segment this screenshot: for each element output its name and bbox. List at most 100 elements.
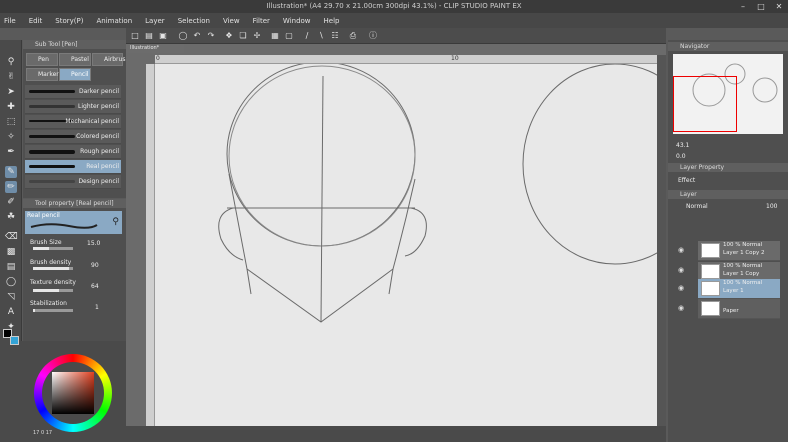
tab-marker[interactable]: Marker xyxy=(26,68,59,81)
snap-icon[interactable]: ❖ xyxy=(224,31,234,41)
maximize-button[interactable]: □ xyxy=(752,0,770,13)
brush-density-value[interactable]: 90 xyxy=(91,262,99,269)
minimize-button[interactable]: – xyxy=(734,0,752,13)
open-icon[interactable]: ▤ xyxy=(144,31,154,41)
visibility-eye-icon[interactable]: ◉ xyxy=(678,266,684,274)
sketch-layer xyxy=(218,61,708,323)
deselect-icon[interactable]: ✢ xyxy=(252,31,262,41)
brush-stroke-preview xyxy=(29,90,75,93)
navigator-thumbnail[interactable] xyxy=(673,54,783,134)
title-bar: Illustration* (A4 29.70 x 21.00cm 300dpi… xyxy=(0,0,788,13)
brush-mechanical-pencil[interactable]: Mechanical pencil xyxy=(25,115,121,129)
fill-icon[interactable]: ▩ xyxy=(5,246,17,258)
angle-value[interactable]: 0.0 xyxy=(676,153,686,160)
menu-filter[interactable]: Filter xyxy=(253,17,270,25)
ruler-snap-icon[interactable]: ∕ xyxy=(302,31,312,41)
layer-row-layer-1[interactable]: 100 % Normal Layer 1 xyxy=(698,279,780,299)
tool-property-panel: Tool property [Real pencil] Real pencil … xyxy=(23,199,126,341)
tool-preset-name: Real pencil xyxy=(27,212,60,219)
menu-selection[interactable]: Selection xyxy=(178,17,210,25)
stabilization-slider[interactable] xyxy=(33,309,73,312)
menu-window[interactable]: Window xyxy=(283,17,311,25)
document-tab[interactable]: Illustration* xyxy=(126,44,184,53)
brush-design-pencil[interactable]: Design pencil xyxy=(25,175,121,189)
brush-colored-pencil[interactable]: Colored pencil xyxy=(25,130,121,144)
stabilization-value[interactable]: 1 xyxy=(95,304,99,311)
pencil-icon[interactable]: ✏ xyxy=(5,181,17,193)
brush-darker-pencil[interactable]: Darker pencil xyxy=(25,85,121,99)
color-readout: 17 0 17 xyxy=(33,430,52,436)
layer-row-copy-2[interactable]: 100 % Normal Layer 1 Copy 2 xyxy=(698,241,780,261)
paper-layer-name: Paper xyxy=(723,308,739,314)
layer-opacity-value[interactable]: 100 xyxy=(766,203,777,210)
move-layer-icon[interactable]: ✚ xyxy=(5,101,17,113)
brush-icon[interactable]: ✐ xyxy=(5,196,17,208)
brush-lighter-pencil[interactable]: Lighter pencil xyxy=(25,100,121,114)
eyedropper-icon[interactable]: ✒ xyxy=(5,146,17,158)
brush-label: Mechanical pencil xyxy=(65,118,119,125)
redo-icon[interactable]: ↷ xyxy=(206,31,216,41)
pen-icon[interactable]: ✎ xyxy=(5,166,17,178)
color-panel: 17 0 17 xyxy=(0,329,126,442)
texture-density-slider[interactable] xyxy=(33,289,73,292)
menu-edit[interactable]: Edit xyxy=(29,17,43,25)
tab-pencil[interactable]: Pencil xyxy=(59,68,91,81)
undo-icon[interactable]: ↶ xyxy=(192,31,202,41)
menu-help[interactable]: Help xyxy=(324,17,340,25)
operation-icon[interactable]: ➤ xyxy=(5,86,17,98)
zoom-icon[interactable]: ⚲ xyxy=(5,56,17,68)
menu-story[interactable]: Story(P) xyxy=(55,17,83,25)
tab-airbrush[interactable]: Airbrush xyxy=(92,53,129,66)
text-icon[interactable]: A xyxy=(5,306,17,318)
drawing-paper[interactable] xyxy=(155,61,708,426)
visibility-eye-icon[interactable]: ◉ xyxy=(678,284,684,292)
sub-color-swatch[interactable] xyxy=(10,336,19,345)
info-icon[interactable]: ⓘ xyxy=(368,31,378,41)
eraser-icon[interactable]: ⌫ xyxy=(5,231,18,243)
auto-select-icon[interactable]: ✧ xyxy=(5,131,17,143)
tab-pastel[interactable]: Pastel xyxy=(59,53,91,66)
brush-stroke-preview xyxy=(29,135,75,138)
move-icon[interactable]: ✌ xyxy=(5,71,17,83)
save-icon[interactable]: ▣ xyxy=(158,31,168,41)
menu-file[interactable]: File xyxy=(4,17,16,25)
brush-real-pencil[interactable]: Real pencil xyxy=(25,160,121,174)
figure-icon[interactable]: ◯ xyxy=(5,276,17,288)
crop-icon[interactable]: ▢ xyxy=(284,31,294,41)
visibility-eye-icon[interactable]: ◉ xyxy=(678,246,684,254)
tab-pen[interactable]: Pen xyxy=(26,53,58,66)
new-icon[interactable]: □ xyxy=(130,31,140,41)
selection-icon[interactable]: ⬚ xyxy=(5,116,17,128)
texture-density-value[interactable]: 64 xyxy=(91,283,99,290)
airbrush-icon[interactable]: ☘ xyxy=(5,211,17,223)
show-grid-icon[interactable]: ▦ xyxy=(270,31,280,41)
close-button[interactable]: ✕ xyxy=(770,0,788,13)
print-icon[interactable]: ⎙ xyxy=(348,31,358,41)
ruler-mark-0: 0 xyxy=(156,55,160,62)
special-ruler-icon[interactable]: ∖ xyxy=(316,31,326,41)
menu-view[interactable]: View xyxy=(223,17,240,25)
brush-stroke-preview xyxy=(29,165,75,168)
vertical-ruler xyxy=(146,64,155,426)
tool-search-icon[interactable]: ⚲ xyxy=(112,217,119,227)
brush-label: Darker pencil xyxy=(78,88,119,95)
menu-layer[interactable]: Layer xyxy=(145,17,165,25)
blend-mode-select[interactable]: Normal xyxy=(686,203,708,210)
brush-label: Real pencil xyxy=(86,163,119,170)
brush-size-slider[interactable] xyxy=(33,247,73,250)
brush-size-value[interactable]: 15.0 xyxy=(87,240,100,247)
saturation-value-square[interactable] xyxy=(52,372,94,414)
view-frame[interactable] xyxy=(673,76,737,132)
grid-snap-icon[interactable]: ☷ xyxy=(330,31,340,41)
clear-icon[interactable]: ◯ xyxy=(178,31,188,41)
visibility-eye-icon[interactable]: ◉ xyxy=(678,304,684,312)
gradient-icon[interactable]: ▤ xyxy=(5,261,17,273)
transform-icon[interactable]: ❏ xyxy=(238,31,248,41)
menu-animation[interactable]: Animation xyxy=(96,17,132,25)
paper-layer-row[interactable]: Paper xyxy=(698,299,780,319)
vertical-scrollbar[interactable] xyxy=(657,55,666,426)
brush-density-slider[interactable] xyxy=(33,267,73,270)
zoom-value[interactable]: 43.1 xyxy=(676,142,689,149)
frame-icon[interactable]: ◹ xyxy=(5,291,17,303)
brush-rough-pencil[interactable]: Rough pencil xyxy=(25,145,121,159)
